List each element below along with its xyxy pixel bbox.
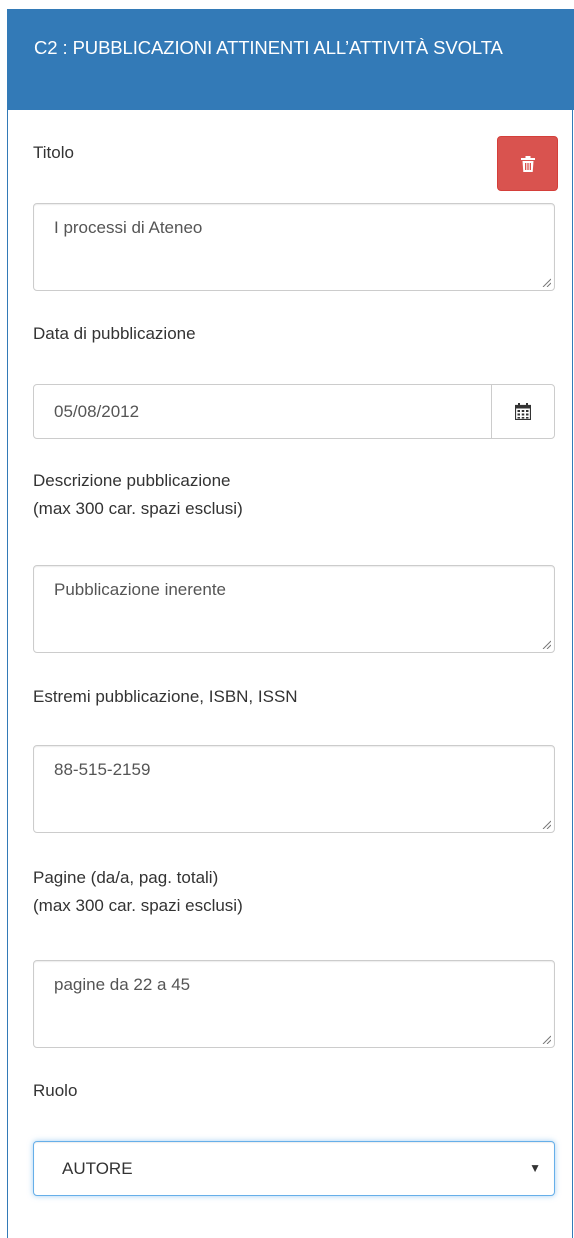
descrizione-label: Descrizione pubblicazione (max 300 car. … xyxy=(33,467,243,523)
calendar-button[interactable] xyxy=(491,385,554,438)
pagine-value: pagine da 22 a 45 xyxy=(54,975,191,994)
resize-grip-icon[interactable] xyxy=(542,1035,551,1044)
data-label: Data di pubblicazione xyxy=(33,324,196,343)
descrizione-label-line1: Descrizione pubblicazione xyxy=(33,471,231,490)
date-input[interactable]: 05/08/2012 xyxy=(34,385,491,438)
descrizione-textarea[interactable]: Pubblicazione inerente xyxy=(33,565,555,653)
resize-grip-icon[interactable] xyxy=(542,820,551,829)
descrizione-value: Pubblicazione inerente xyxy=(54,580,227,599)
estremi-label: Estremi pubblicazione, ISBN, ISSN xyxy=(33,687,298,706)
panel-title: C2 : PUBBLICAZIONI ATTINENTI ALL’ATTIVIT… xyxy=(8,9,574,110)
chevron-down-icon: ▼ xyxy=(529,1161,541,1175)
pagine-label: Pagine (da/a, pag. totali) (max 300 car.… xyxy=(33,864,243,920)
resize-grip-icon[interactable] xyxy=(542,278,551,287)
date-input-group: 05/08/2012 xyxy=(33,384,555,439)
pagine-label-line1: Pagine (da/a, pag. totali) xyxy=(33,868,219,887)
calendar-icon xyxy=(515,403,531,420)
trash-icon xyxy=(520,155,535,172)
pagine-textarea[interactable]: pagine da 22 a 45 xyxy=(33,960,555,1048)
titolo-label: Titolo xyxy=(33,143,74,162)
descrizione-label-line2: (max 300 car. spazi esclusi) xyxy=(33,499,243,518)
ruolo-label: Ruolo xyxy=(33,1081,78,1100)
delete-button[interactable] xyxy=(497,136,558,191)
estremi-textarea[interactable]: 88-515-2159 xyxy=(33,745,555,833)
titolo-value: I processi di Ateneo xyxy=(54,218,203,237)
ruolo-selected-value: AUTORE xyxy=(62,1159,133,1178)
titolo-textarea[interactable]: I processi di Ateneo xyxy=(33,203,555,291)
resize-grip-icon[interactable] xyxy=(542,640,551,649)
estremi-value: 88-515-2159 xyxy=(54,760,151,779)
pagine-label-line2: (max 300 car. spazi esclusi) xyxy=(33,896,243,915)
ruolo-select[interactable]: AUTORE ▼ xyxy=(33,1141,555,1196)
